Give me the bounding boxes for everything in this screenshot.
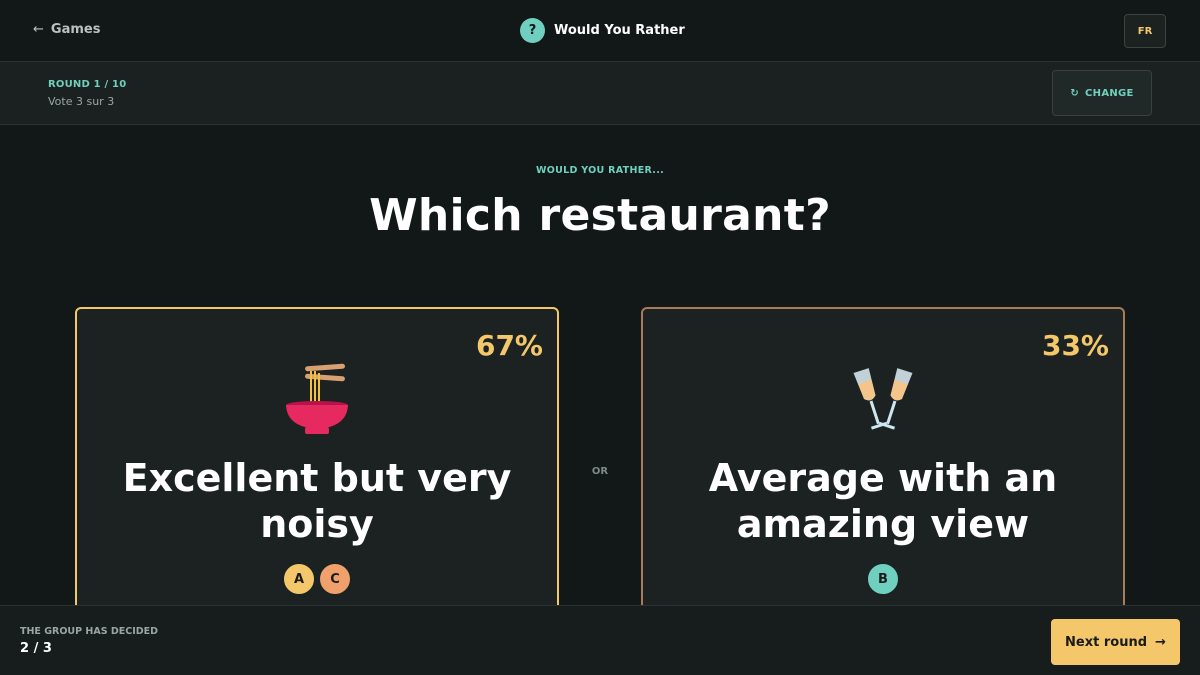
- question-kicker: WOULD YOU RATHER...: [535, 165, 665, 176]
- bottom-footer: THE GROUP HAS DECIDED 2 / 3 Next round →: [0, 605, 1200, 675]
- question-title: Which restaurant?: [369, 190, 831, 241]
- vote-status: Vote 3 sur 3: [48, 95, 115, 108]
- option-a-text: Excellent but very noisy: [122, 456, 512, 546]
- voter-avatar: B: [866, 562, 900, 596]
- round-status-bar: ROUND 1 / 10 Vote 3 sur 3 ↻ CHANGE: [0, 62, 1200, 125]
- question-mark-icon: ?: [520, 18, 545, 43]
- change-button-label: CHANGE: [1085, 87, 1134, 99]
- refresh-icon: ↻: [1070, 87, 1080, 99]
- back-link-label: Games: [50, 22, 101, 37]
- decided-label: THE GROUP HAS DECIDED: [20, 626, 158, 637]
- app-title-group: ? Would You Rather: [520, 18, 685, 43]
- option-card-b[interactable]: 33% Average with an amazing view B: [641, 307, 1125, 637]
- option-b-percent: 33%: [1041, 329, 1109, 362]
- language-toggle-button[interactable]: FR: [1124, 14, 1166, 48]
- option-b-text: Average with an amazing view: [708, 456, 1058, 546]
- clinking-glasses-icon: [843, 361, 923, 445]
- app-root: ← Games ? Would You Rather FR ROUND 1 / …: [0, 0, 1200, 675]
- app-title: Would You Rather: [554, 23, 685, 38]
- option-a-percent: 67%: [475, 329, 543, 362]
- top-header: ← Games ? Would You Rather FR: [0, 0, 1200, 62]
- next-round-label: Next round: [1065, 634, 1148, 650]
- decided-count: 2 / 3: [20, 641, 52, 656]
- next-round-button[interactable]: Next round →: [1051, 619, 1180, 665]
- voter-avatar: A: [282, 562, 316, 596]
- change-question-button[interactable]: ↻ CHANGE: [1052, 70, 1152, 116]
- or-divider: OR: [591, 466, 609, 477]
- option-b-voters: B: [643, 562, 1123, 596]
- arrow-right-icon: →: [1155, 634, 1166, 650]
- back-to-games-link[interactable]: ← Games: [33, 22, 100, 37]
- noodle-bowl-icon: [277, 361, 357, 445]
- round-counter: ROUND 1 / 10: [48, 79, 127, 90]
- back-arrow-icon: ←: [33, 22, 44, 37]
- option-card-a[interactable]: 67% Excellent but very noisy A C: [75, 307, 559, 637]
- option-a-voters: A C: [77, 562, 557, 596]
- voter-avatar: C: [318, 562, 352, 596]
